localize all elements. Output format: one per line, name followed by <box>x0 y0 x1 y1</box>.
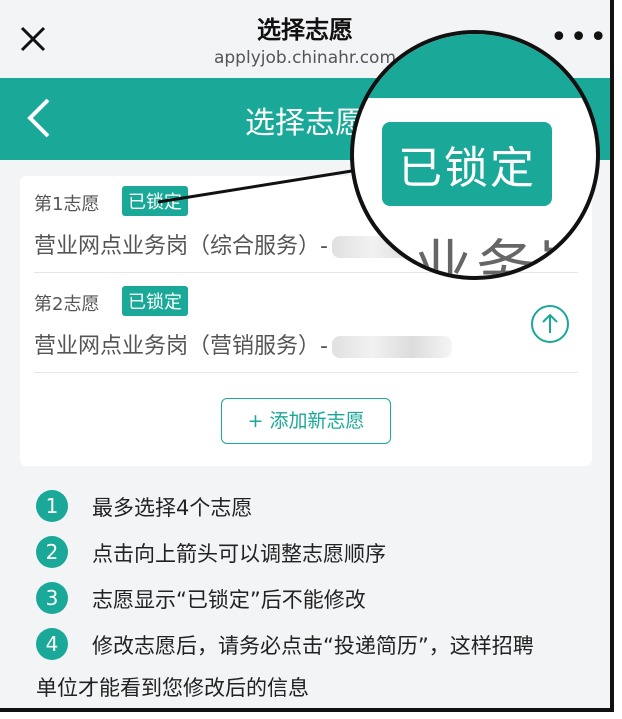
screenshot-frame: 选择志愿 applyjob.chinahr.com ••• 选择志愿 第1志愿 … <box>0 0 614 712</box>
magnifier-zoom: 已锁定 业务岗 <box>350 30 600 280</box>
magnified-text: 业务岗 <box>414 233 600 280</box>
magnifier-header-strip <box>354 34 596 98</box>
magnified-locked-badge: 已锁定 <box>382 122 552 206</box>
